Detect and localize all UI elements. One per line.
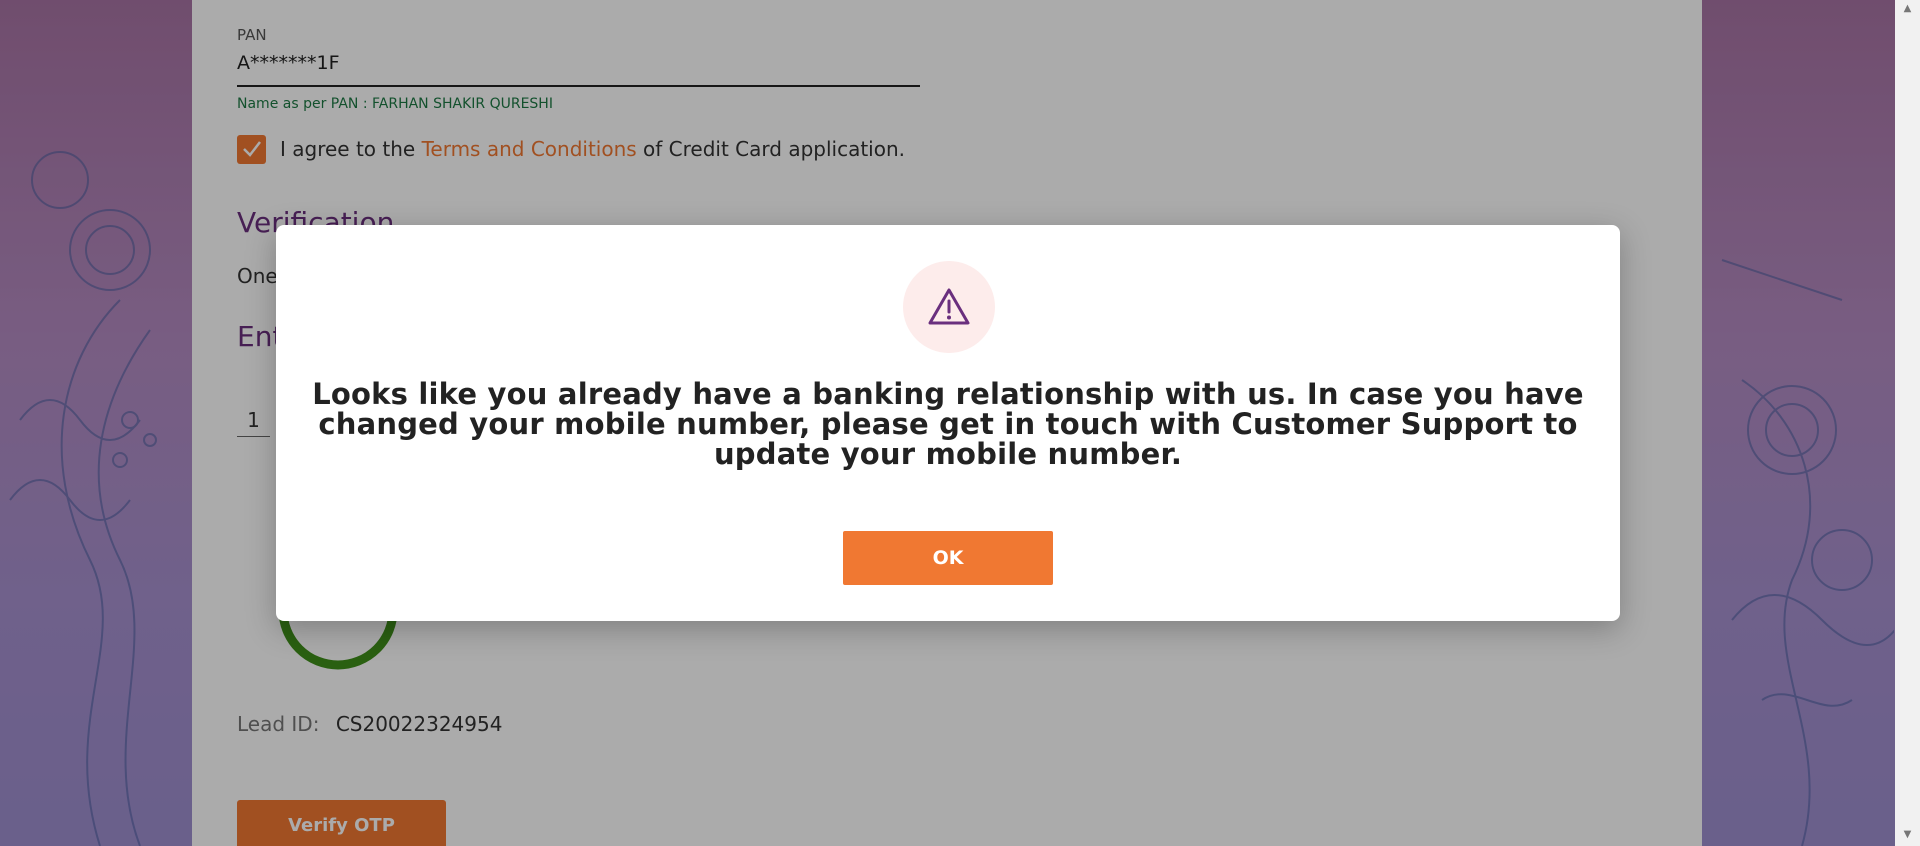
warning-triangle-icon [928, 288, 970, 325]
warning-icon-container [903, 261, 995, 353]
alert-dialog: Looks like you already have a banking re… [276, 225, 1620, 621]
scroll-down-arrow-icon[interactable]: ▼ [1895, 826, 1920, 844]
ok-button[interactable]: OK [843, 531, 1053, 585]
scroll-up-arrow-icon[interactable]: ▲ [1895, 0, 1920, 18]
page-scrollbar[interactable]: ▲ ▼ [1895, 0, 1920, 846]
alert-message: Looks like you already have a banking re… [312, 377, 1584, 471]
